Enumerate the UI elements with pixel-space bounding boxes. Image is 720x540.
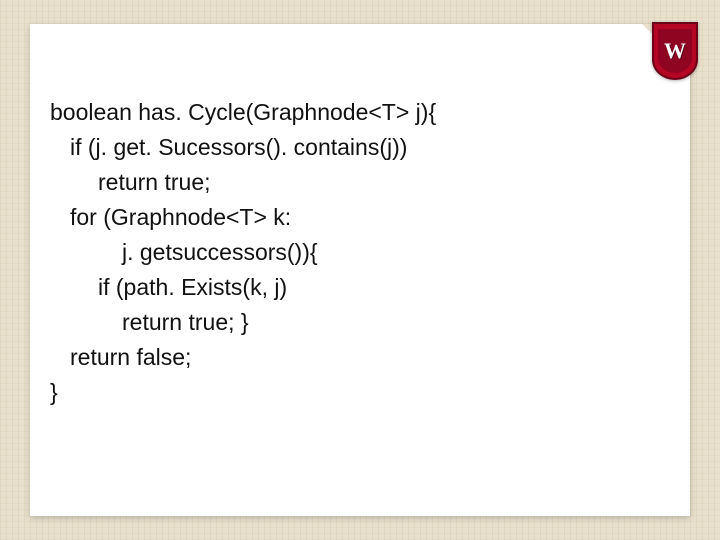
code-line-9: } bbox=[50, 379, 58, 405]
code-line-8: return false; bbox=[50, 340, 191, 375]
code-line-3: return true; bbox=[50, 165, 211, 200]
code-line-5: j. getsuccessors()){ bbox=[50, 235, 318, 270]
university-crest-icon: W bbox=[652, 22, 698, 80]
crest-inner-shield: W bbox=[658, 29, 692, 73]
code-line-1: boolean has. Cycle(Graphnode<T> j){ bbox=[50, 99, 436, 125]
crest-letter: W bbox=[664, 38, 686, 64]
slide-card: boolean has. Cycle(Graphnode<T> j){ if (… bbox=[30, 24, 690, 516]
code-block: boolean has. Cycle(Graphnode<T> j){ if (… bbox=[50, 60, 436, 410]
code-line-2: if (j. get. Sucessors(). contains(j)) bbox=[50, 130, 407, 165]
code-line-4: for (Graphnode<T> k: bbox=[50, 200, 291, 235]
code-line-6: if (path. Exists(k, j) bbox=[50, 270, 287, 305]
code-line-7: return true; } bbox=[50, 305, 249, 340]
